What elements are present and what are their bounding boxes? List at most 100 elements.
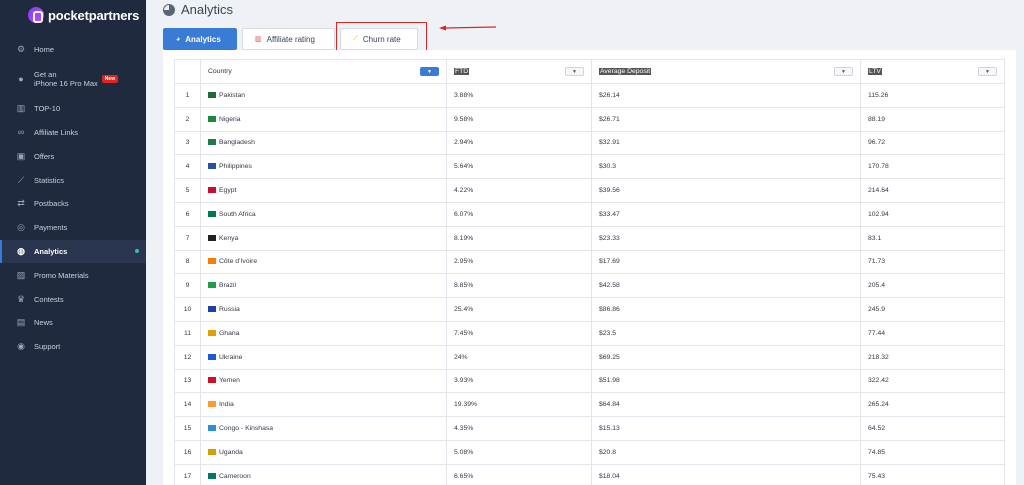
table-row: 9 Brazil 8.85% $42.58 205.4 <box>174 273 1005 299</box>
chevron-down-icon[interactable]: ▼ <box>978 67 997 76</box>
sidebar-item-iphone-promo[interactable]: ● Get an iPhone 16 Pro Max New <box>0 62 146 97</box>
sidebar-item-label: Payments <box>34 223 68 233</box>
sidebar-item-label: Support <box>34 342 61 352</box>
sidebar-item-label: Affiliate Links <box>34 127 79 137</box>
table-row: 15 Congo - Kinshasa 4.35% $15.13 64.52 <box>174 416 1005 441</box>
bar-chart-icon: ▥ <box>16 103 26 114</box>
column-header-ftd[interactable]: FTD ▼ <box>446 59 592 84</box>
sidebar-item-contests[interactable]: ♛ Contests <box>0 287 146 311</box>
brand-name: pocketpartners <box>48 7 140 23</box>
row-number: 16 <box>174 439 201 465</box>
sidebar-item-postbacks[interactable]: ⇄ Postbacks <box>0 192 146 216</box>
average-deposit-cell: $86.86 <box>591 297 861 322</box>
flag-icon <box>208 234 216 241</box>
link-icon: ∞ <box>17 127 25 138</box>
ftd-cell: 6.65% <box>446 463 592 485</box>
chevron-down-icon[interactable]: ▼ <box>834 67 853 76</box>
country-cell: South Africa <box>200 201 447 227</box>
trophy-icon: ♛ <box>16 293 26 304</box>
average-deposit-cell: $42.58 <box>591 273 861 299</box>
ltv-cell: 75.43 <box>860 463 1005 485</box>
ltv-cell: 214.64 <box>860 178 1005 203</box>
ftd-cell: 4.22% <box>446 178 592 203</box>
sidebar-item-analytics[interactable]: ◍ Analytics <box>0 239 146 264</box>
country-cell: Pakistan <box>200 83 447 108</box>
sidebar-item-label: Statistics <box>34 175 65 185</box>
postback-icon: ⇄ <box>17 198 25 209</box>
ltv-cell: 102.94 <box>860 201 1005 227</box>
sidebar-item-support[interactable]: ◉ Support <box>0 335 146 359</box>
table-row: 1 Pakistan 3.88% $26.14 115.26 <box>174 83 1005 108</box>
logo-icon <box>28 7 44 23</box>
sidebar-item-offers[interactable]: ▣ Offers <box>0 144 146 168</box>
sidebar-item-home[interactable]: ⚙ Home <box>0 38 146 62</box>
sidebar-item-statistics[interactable]: ⟋ Statistics <box>0 168 146 192</box>
flag-icon <box>208 187 216 194</box>
average-deposit-cell: $26.14 <box>591 83 861 108</box>
apple-icon: ● <box>18 74 24 85</box>
average-deposit-cell: $23.5 <box>591 320 861 346</box>
row-number: 10 <box>174 297 201 322</box>
country-cell: Nigeria <box>200 106 447 132</box>
analytics-panel: Country ▼ FTD ▼ Average Deposit ▼ LTV ▼ … <box>163 50 1016 485</box>
average-deposit-cell: $32.91 <box>591 130 861 156</box>
sidebar-item-label: Contests <box>34 294 64 304</box>
average-deposit-cell: $33.47 <box>591 201 861 227</box>
flag-icon <box>208 472 216 479</box>
ltv-cell: 64.52 <box>860 416 1005 441</box>
table-row: 5 Egypt 4.22% $39.56 214.64 <box>174 178 1005 203</box>
image-icon: ▨ <box>16 269 26 280</box>
pie-chart-icon: ◕ <box>176 35 181 43</box>
average-deposit-cell: $69.25 <box>591 344 861 370</box>
country-cell: Cameroon <box>200 463 447 485</box>
row-number: 1 <box>174 83 201 108</box>
sidebar-item-payments[interactable]: ◎ Payments <box>0 216 146 240</box>
sidebar-item-label: Postbacks <box>34 199 69 209</box>
row-number: 3 <box>174 130 201 156</box>
sidebar-item-news[interactable]: ▤ News <box>0 311 146 335</box>
row-number: 12 <box>174 344 201 370</box>
sidebar-item-label: Home <box>34 45 55 55</box>
chevron-down-icon[interactable]: ▼ <box>565 67 584 76</box>
chevron-down-icon[interactable]: ▼ <box>420 67 439 76</box>
ftd-cell: 8.85% <box>446 273 592 299</box>
flag-icon <box>208 115 216 122</box>
row-number: 11 <box>174 320 201 346</box>
table-row: 6 South Africa 6.07% $33.47 102.94 <box>174 201 1005 227</box>
table-row: 17 Cameroon 6.65% $18.04 75.43 <box>174 463 1005 485</box>
tab-affiliate-rating[interactable]: ▥ Affiliate rating <box>242 28 335 50</box>
sidebar-item-label: News <box>34 318 53 328</box>
row-number: 6 <box>174 201 201 227</box>
ftd-cell: 24% <box>446 344 592 370</box>
ltv-cell: 218.32 <box>860 344 1005 370</box>
tab-analytics[interactable]: ◕ Analytics <box>163 28 237 50</box>
ltv-cell: 74.85 <box>860 439 1005 465</box>
country-cell: Bangladesh <box>200 130 447 156</box>
column-header-average-deposit[interactable]: Average Deposit ▼ <box>591 59 861 84</box>
average-deposit-cell: $26.71 <box>591 106 861 132</box>
country-cell: Uganda <box>200 439 447 465</box>
country-cell: India <box>200 392 447 418</box>
sidebar-item-affiliate-links[interactable]: ∞ Affiliate Links <box>0 121 146 145</box>
page-title: Analytics <box>163 2 233 17</box>
flag-icon <box>208 210 216 217</box>
sidebar-item-label: Analytics <box>34 246 68 256</box>
ftd-cell: 5.64% <box>446 154 592 180</box>
column-header-country[interactable]: Country ▼ <box>200 59 447 84</box>
logo[interactable]: pocketpartners <box>0 1 146 29</box>
table-body: 1 Pakistan 3.88% $26.14 115.26 2 Nigeria 9.58% $… <box>174 83 1005 485</box>
ftd-cell: 5.08% <box>446 439 592 465</box>
average-deposit-cell: $15.13 <box>591 416 861 441</box>
sidebar-item-promo-materials[interactable]: ▨ Promo Materials <box>0 263 146 287</box>
flag-icon <box>208 448 216 455</box>
country-cell: Ukraine <box>200 344 447 370</box>
sidebar-item-top10[interactable]: ▥ TOP-10 <box>0 97 146 121</box>
ftd-cell: 3.93% <box>446 368 592 394</box>
table-row: 7 Kenya 8.19% $23.33 83.1 <box>174 225 1005 251</box>
flag-icon <box>208 377 216 384</box>
flag-icon <box>208 329 216 336</box>
ltv-cell: 83.1 <box>860 225 1005 251</box>
column-header-ltv[interactable]: LTV ▼ <box>860 59 1005 84</box>
table-row: 13 Yemen 3.93% $51.98 322.42 <box>174 368 1005 394</box>
average-deposit-cell: $23.33 <box>591 225 861 251</box>
